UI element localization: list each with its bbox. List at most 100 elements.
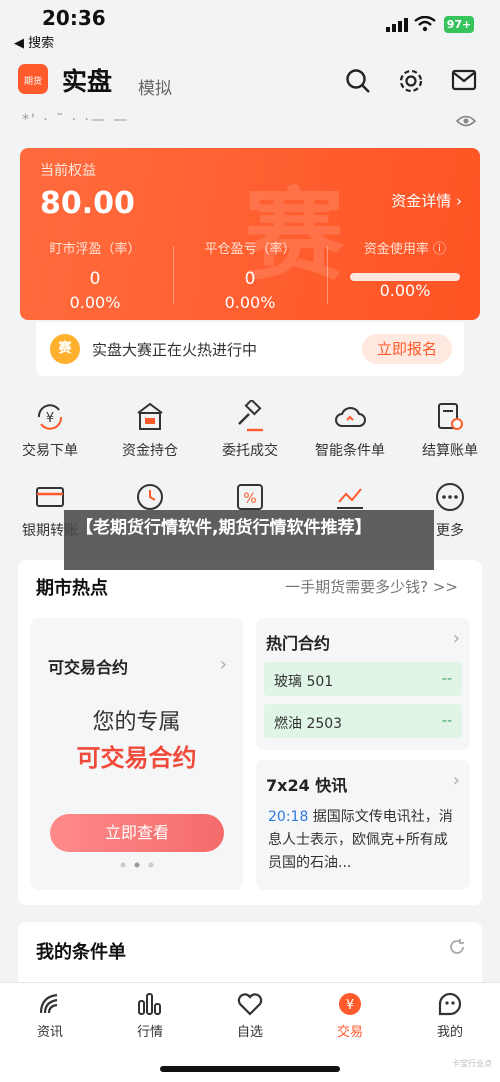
eye-icon[interactable] [456, 114, 476, 128]
grid-label: 交易下单 [22, 443, 78, 459]
contract-change: -- [441, 671, 452, 687]
tab-label: 自选 [236, 1025, 263, 1040]
fund-detail-link[interactable]: 资金详情 › [391, 190, 462, 211]
metric-divider [173, 246, 174, 304]
metric-label[interactable]: 资金使用率 ⓘ [330, 238, 480, 257]
tab-quotes[interactable]: 行情 [100, 991, 200, 1040]
app-header: 期货 实盘 模拟 [0, 58, 500, 106]
tab-label: 我的 [436, 1025, 463, 1040]
metric-percent: 0.00% [224, 293, 276, 312]
grid-label: 智能条件单 [315, 443, 385, 459]
fund-usage-bar [350, 273, 460, 281]
equity-label: 当前权益 [40, 163, 96, 179]
contract-row[interactable]: 玻璃 501 -- [264, 662, 462, 696]
line-chart-icon [337, 488, 363, 509]
chevron-right-icon: › [452, 628, 460, 649]
contest-banner[interactable]: 赛 实盘大赛正在火热进行中 立即报名 [36, 322, 464, 376]
simulation-mode-tab[interactable]: 模拟 [138, 74, 172, 99]
cloud-icon [335, 407, 366, 427]
metric-percent: 0.00% [69, 293, 121, 312]
grid-item-orders-fills[interactable]: 委托成交 [200, 400, 300, 460]
floating-pnl-metric: 盯市浮盈（率） 0 0.00% [20, 238, 170, 312]
contest-badge-icon: 赛 [50, 334, 80, 364]
bill-search-icon [438, 403, 463, 430]
view-now-button[interactable]: 立即查看 [50, 814, 224, 852]
svg-text:%: % [243, 491, 256, 507]
refresh-icon[interactable] [448, 938, 466, 956]
grid-label: 结算账单 [422, 443, 478, 459]
card-icon [36, 487, 64, 507]
percent-icon: % [237, 484, 263, 510]
clock-icon [137, 484, 163, 510]
contract-change: -- [441, 713, 452, 729]
card-title: 可交易合约 [48, 658, 129, 677]
profile-face-icon [438, 992, 462, 1016]
faq-link[interactable]: 一手期货需要多少钱? >> [285, 576, 458, 597]
promo-highlight: 可交易合约 [76, 744, 197, 772]
news-time: 20:18 [268, 809, 309, 825]
fund-usage-metric: 资金使用率 ⓘ 0.00% [330, 238, 480, 300]
mail-icon[interactable] [451, 68, 477, 92]
promo-line: 您的专属 [92, 710, 181, 735]
metric-label: 平仓盈亏（率） [204, 242, 296, 257]
app-logo: 期货 [18, 64, 48, 94]
vault-icon [137, 402, 163, 430]
market-hot-card: 期市热点 一手期货需要多少钱? >> 可交易合约 › 您的专属 可交易合约 立即… [18, 560, 482, 905]
contract-name: 玻璃 501 [274, 674, 334, 690]
page-title[interactable]: 实盘 [62, 62, 112, 98]
metric-value: 0 [244, 269, 256, 289]
news-feed-icon [39, 993, 58, 1014]
chevron-right-icon: › [219, 654, 227, 675]
grid-label: 委托成交 [222, 443, 278, 459]
bar-chart-icon [138, 993, 161, 1015]
contest-text: 实盘大赛正在火热进行中 [92, 341, 258, 359]
search-icon[interactable] [345, 68, 371, 94]
card-title: 7x24 快讯 [266, 776, 348, 795]
article-title-overlay: 【老期货行情软件,期货行情软件推荐】 [64, 510, 434, 570]
metric-divider [327, 246, 328, 304]
tab-watchlist[interactable]: 自选 [200, 991, 300, 1040]
gear-icon[interactable] [398, 68, 424, 94]
contract-name: 燃油 2503 [274, 716, 343, 732]
contract-row[interactable]: 燃油 2503 -- [264, 704, 462, 738]
tab-label: 交易 [336, 1025, 363, 1040]
carousel-dots [120, 862, 154, 868]
equity-card: 赛 当前权益 80.00 资金详情 › 盯市浮盈（率） 0 0.00% 平仓盈亏… [20, 148, 480, 320]
hot-contracts-card[interactable]: 热门合约 › 玻璃 501 -- 燃油 2503 -- [256, 618, 470, 750]
wifi-icon [414, 16, 436, 32]
card-title: 热门合约 [266, 634, 331, 653]
tradable-contracts-card[interactable]: 可交易合约 › 您的专属 可交易合约 立即查看 [30, 618, 243, 890]
svg-text:¥: ¥ [46, 411, 54, 426]
section-title: 期市热点 [36, 578, 108, 599]
signup-button[interactable]: 立即报名 [362, 334, 452, 364]
account-id-masked: *' · ˜ · ·— — [22, 112, 130, 128]
home-indicator [160, 1066, 340, 1072]
heart-icon [237, 993, 263, 1016]
chevron-right-icon: › [452, 770, 460, 791]
status-bar: 20:36 ◀ 搜索 97+ [0, 0, 500, 58]
metric-label: 盯市浮盈（率） [49, 242, 141, 257]
closed-pnl-metric: 平仓盈亏（率） 0 0.00% [175, 238, 325, 312]
metric-percent: 0.00% [379, 281, 431, 300]
grid-item-place-order[interactable]: ¥ 交易下单 [0, 400, 100, 460]
grid-item-settlement[interactable]: 结算账单 [400, 400, 500, 460]
status-time: 20:36 [42, 6, 106, 30]
yen-exchange-icon: ¥ [37, 404, 63, 430]
tab-trade[interactable]: ¥ 交易 [300, 991, 400, 1040]
grid-item-positions[interactable]: 资金持仓 [100, 400, 200, 460]
tab-profile[interactable]: 我的 [400, 991, 500, 1040]
equity-value: 80.00 [40, 186, 135, 221]
news-flash-card[interactable]: 7x24 快讯 › 20:18 据国际文传电讯社，消息人士表示，欧佩克+所有成员… [256, 760, 470, 890]
cellular-signal-icon [386, 18, 408, 32]
news-body: 20:18 据国际文传电讯社，消息人士表示，欧佩克+所有成员国的石油... [268, 806, 458, 875]
tab-news[interactable]: 资讯 [0, 991, 100, 1040]
grid-item-smart-conditions[interactable]: 智能条件单 [300, 400, 400, 460]
metric-value: 0 [89, 269, 101, 289]
gavel-icon [238, 400, 263, 432]
more-dots-icon [436, 483, 464, 511]
tab-label: 资讯 [36, 1025, 63, 1040]
battery-indicator: 97+ [444, 16, 474, 33]
back-to-search-link[interactable]: ◀ 搜索 [14, 32, 54, 51]
corner-watermark: 卡宝行业点 [452, 1059, 492, 1068]
tab-label: 行情 [136, 1025, 163, 1040]
